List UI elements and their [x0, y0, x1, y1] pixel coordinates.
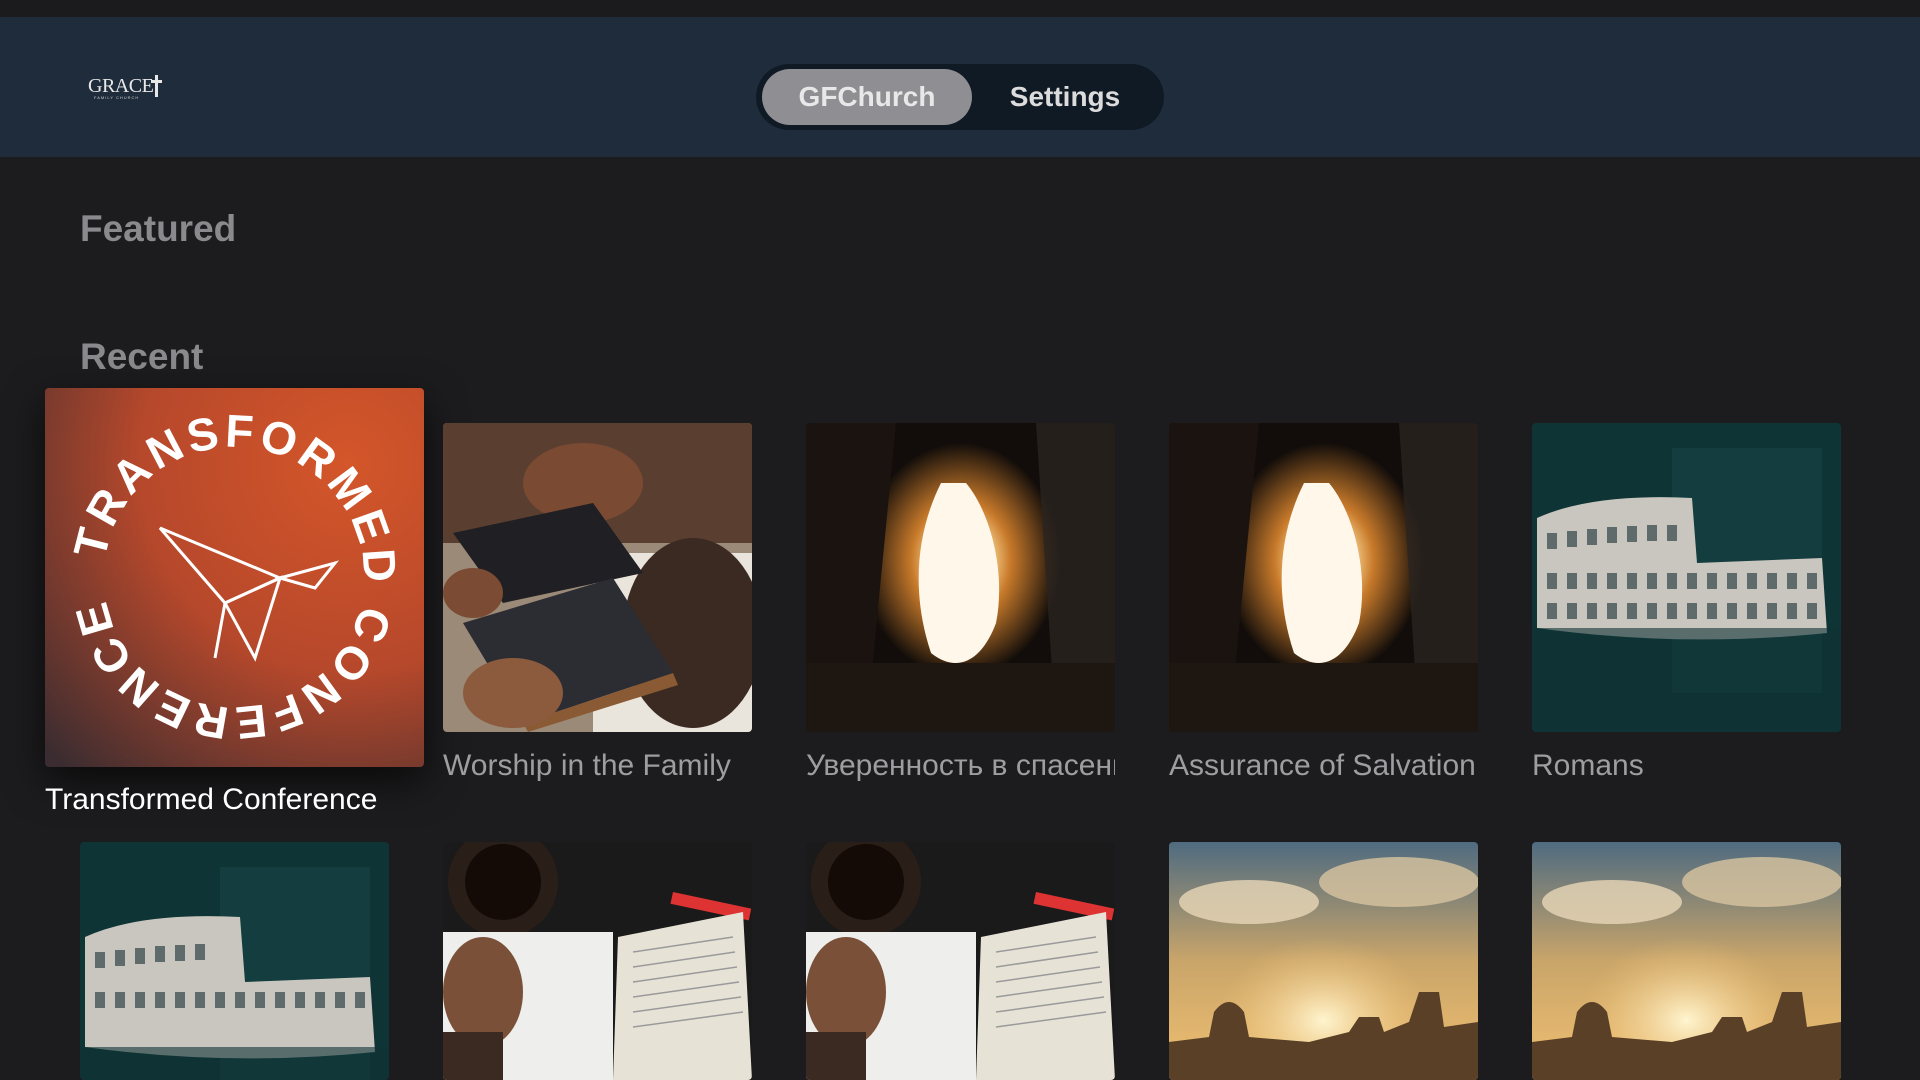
recent-item-row2-3[interactable]: [806, 842, 1115, 1080]
recent-item-romans[interactable]: [1532, 423, 1841, 732]
tab-bar: GFChurch Settings: [756, 64, 1164, 130]
sunrise-city-art: [1169, 842, 1478, 1080]
church-logo: GRACE FAMILY CHURCH: [88, 75, 168, 105]
empty-tomb-art: [806, 423, 1115, 732]
transformed-conference-art: TRANSFORMED CONFERENCE: [45, 388, 424, 767]
top-nav-bar: GRACE FAMILY CHURCH GFChurch Settings: [0, 17, 1920, 157]
tab-settings[interactable]: Settings: [972, 69, 1158, 125]
recent-item-title: Уверенность в спасении: [806, 749, 1115, 782]
top-strip: [0, 0, 1920, 17]
bible-journal-art: [443, 842, 752, 1080]
bible-journal-art: [806, 842, 1115, 1080]
recent-item-title: Romans: [1532, 749, 1644, 782]
recent-item-title: Worship in the Family: [443, 749, 731, 782]
recent-item-transformed-conference[interactable]: TRANSFORMED CONFERENCE: [45, 388, 424, 767]
recent-heading: Recent: [80, 336, 204, 377]
tab-gfchurch[interactable]: GFChurch: [762, 69, 972, 125]
colosseum-art: [1532, 423, 1841, 732]
recent-item-row2-4[interactable]: [1169, 842, 1478, 1080]
recent-item-title: Transformed Conference: [45, 783, 378, 816]
recent-item-worship-in-the-family[interactable]: [443, 423, 752, 732]
recent-item-uverennost[interactable]: [806, 423, 1115, 732]
recent-item-title: Assurance of Salvation: [1169, 749, 1476, 782]
cross-icon: [151, 75, 162, 97]
hands-on-bibles-art: [443, 423, 752, 732]
recent-item-assurance-of-salvation[interactable]: [1169, 423, 1478, 732]
recent-item-row2-5[interactable]: [1532, 842, 1841, 1080]
colosseum-art: [80, 842, 389, 1080]
featured-heading: Featured: [80, 208, 237, 249]
recent-item-row2-1[interactable]: [80, 842, 389, 1080]
recent-item-row2-2[interactable]: [443, 842, 752, 1080]
empty-tomb-art: [1169, 423, 1478, 732]
sunrise-city-art: [1532, 842, 1841, 1080]
logo-subtext: FAMILY CHURCH: [94, 95, 140, 100]
